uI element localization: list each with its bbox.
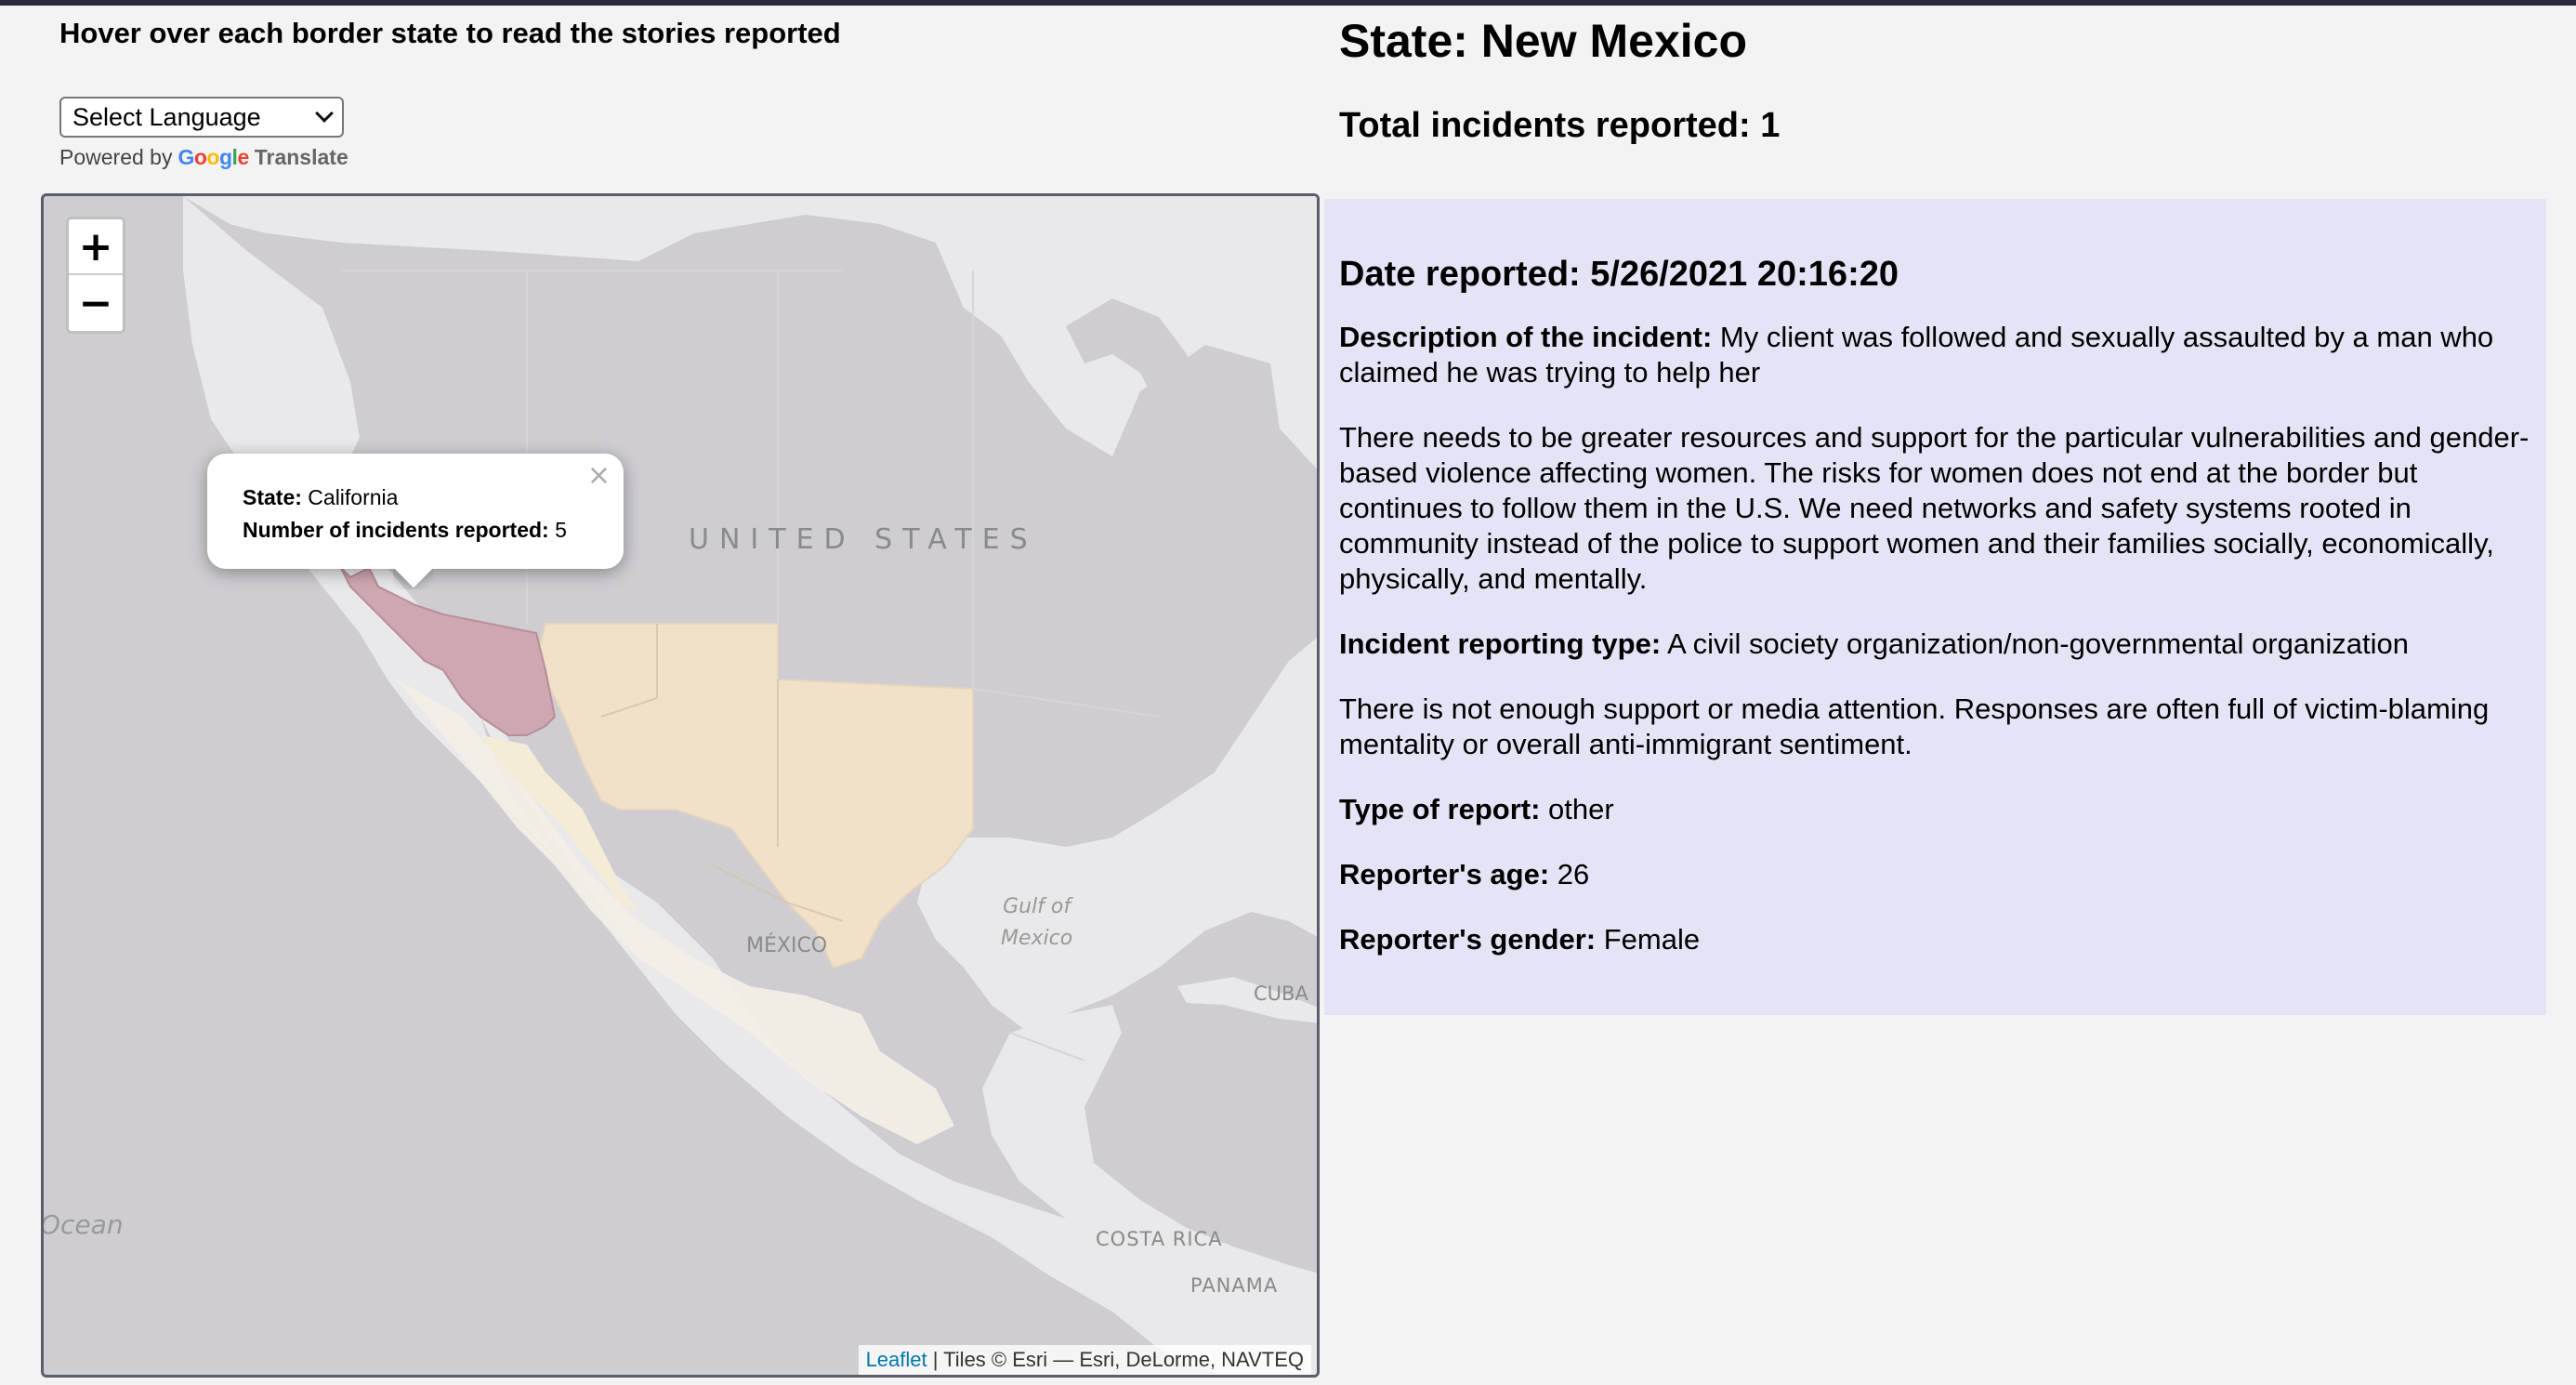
google-letter: g xyxy=(218,145,232,169)
map-label-united-states: UNITED STATES xyxy=(689,523,1038,556)
powered-by-text: Powered by xyxy=(59,145,173,169)
popup-state-label: State: xyxy=(243,485,302,509)
support-paragraph: There is not enough support or media att… xyxy=(1339,692,2490,760)
google-logo[interactable]: Google xyxy=(177,145,249,170)
state-popup: × State: California Number of incidents … xyxy=(207,454,624,569)
tiles-attribution-text: | Tiles © Esri — Esri, DeLorme, NAVTEQ xyxy=(927,1348,1304,1371)
map-label-mexico: MÉXICO xyxy=(746,934,828,957)
popup-count-label: Number of incidents reported: xyxy=(243,518,549,542)
story-panel: Date reported: 5/26/2021 20:16:20 Descri… xyxy=(1324,199,2546,1015)
leaflet-link[interactable]: Leaflet xyxy=(866,1348,927,1372)
type-of-report: Type of report: other xyxy=(1339,792,2531,827)
popup-state-value: California xyxy=(308,485,399,509)
google-letter: G xyxy=(177,145,194,169)
google-letter: o xyxy=(206,145,219,169)
map-container[interactable]: UNITED STATES MÉXICO Gulf of Mexico CUBA… xyxy=(41,193,1320,1378)
date-reported-heading: Date reported: 5/26/2021 20:16:20 xyxy=(1339,255,1899,294)
description-label: Description of the incident: xyxy=(1339,321,1713,353)
map-label-costa-rica: COSTA RICA xyxy=(1096,1228,1223,1250)
total-incidents-heading: Total incidents reported: 1 xyxy=(1339,106,1781,145)
translate-word: Translate xyxy=(254,145,348,169)
gender-label: Reporter's gender: xyxy=(1339,923,1597,956)
map-label-panama: PANAMA xyxy=(1190,1274,1279,1297)
age-label: Reporter's age: xyxy=(1339,858,1550,890)
gulf-label-line2: Mexico xyxy=(1001,927,1073,950)
map-attribution: Leaflet | Tiles © Esri — Esri, DeLorme, … xyxy=(858,1345,1311,1375)
map-label-ocean: Ocean xyxy=(41,1209,124,1240)
zoom-in-button[interactable]: + xyxy=(69,219,123,275)
close-icon[interactable]: × xyxy=(587,459,611,492)
age-value: 26 xyxy=(1549,858,1590,890)
reporter-gender: Reporter's gender: Female xyxy=(1339,922,2531,957)
google-letter: e xyxy=(237,145,249,169)
popup-state-line: State: California xyxy=(243,481,588,514)
language-select[interactable]: Select Language xyxy=(59,97,344,138)
chevron-down-icon xyxy=(315,104,334,123)
reporter-age: Reporter's age: 26 xyxy=(1339,857,2531,892)
zoom-control: + − xyxy=(66,217,125,334)
gender-value: Female xyxy=(1596,923,1701,956)
zoom-out-button[interactable]: − xyxy=(69,275,123,331)
popup-tip xyxy=(393,569,434,589)
powered-by-google-translate: Powered by Google Translate xyxy=(59,145,348,170)
map-label-cuba: CUBA xyxy=(1254,983,1308,1005)
google-letter: o xyxy=(193,145,207,169)
instructions-heading: Hover over each border state to read the… xyxy=(59,17,841,49)
incident-description: Description of the incident: My client w… xyxy=(1339,320,2531,390)
report-type-value: other xyxy=(1540,793,1614,825)
gulf-label-line1: Gulf of xyxy=(1003,895,1071,918)
reporting-type-label: Incident reporting type: xyxy=(1339,627,1662,660)
top-accent-bar xyxy=(0,0,2576,6)
popup-count-value: 5 xyxy=(555,518,567,542)
state-heading: State: New Mexico xyxy=(1339,15,1748,67)
report-type-label: Type of report: xyxy=(1339,793,1541,825)
language-select-value: Select Language xyxy=(72,102,261,131)
reporting-type-value: A civil society organization/non-governm… xyxy=(1661,627,2409,660)
popup-count-line: Number of incidents reported: 5 xyxy=(243,514,588,547)
resources-paragraph: There needs to be greater resources and … xyxy=(1339,421,2530,595)
incident-reporting-type: Incident reporting type: A civil society… xyxy=(1339,627,2531,662)
map-label-gulf-of-mexico: Gulf of Mexico xyxy=(1001,891,1072,955)
basemap[interactable] xyxy=(44,196,1320,1378)
